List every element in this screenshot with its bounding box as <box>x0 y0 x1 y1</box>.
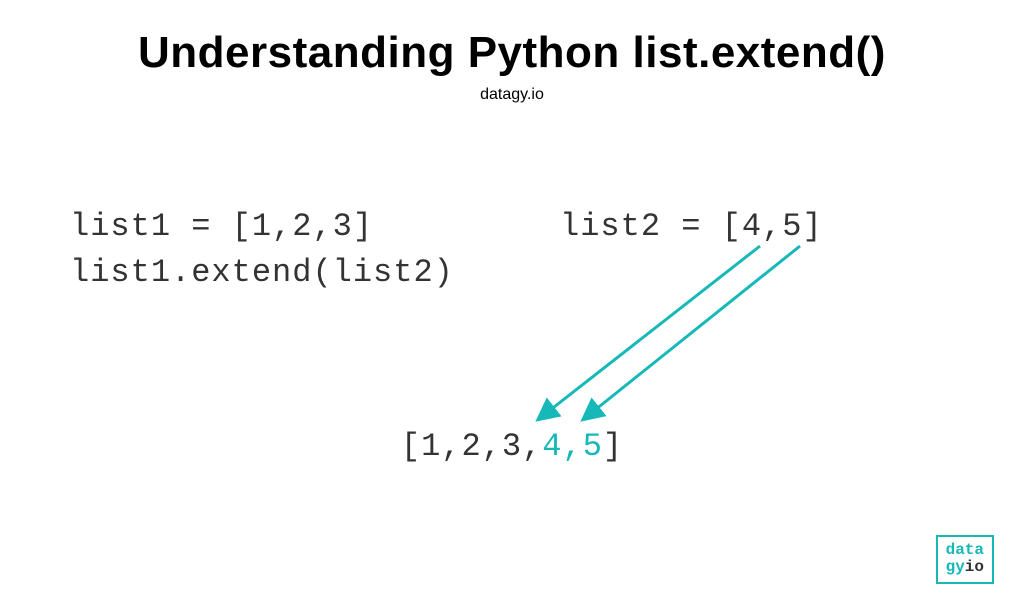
logo-line1: data <box>946 542 984 560</box>
logo-line2: gyio <box>946 559 984 577</box>
arrow-diagram <box>0 28 1024 604</box>
code-extend-call: list1.extend(list2) <box>70 254 454 291</box>
page-title: Understanding Python list.extend() <box>0 28 1024 78</box>
code-list1-assignment: list1 = [1,2,3] <box>70 208 373 245</box>
result-suffix: ] <box>603 428 623 465</box>
result-highlighted: 4,5 <box>542 428 603 465</box>
result-list: [1,2,3,4,5] <box>0 428 1024 465</box>
code-list2-assignment: list2 = [4,5] <box>560 208 823 245</box>
result-prefix: [1,2,3, <box>401 428 542 465</box>
datagy-logo: data gyio <box>936 535 994 584</box>
page-subtitle: datagy.io <box>0 86 1024 104</box>
